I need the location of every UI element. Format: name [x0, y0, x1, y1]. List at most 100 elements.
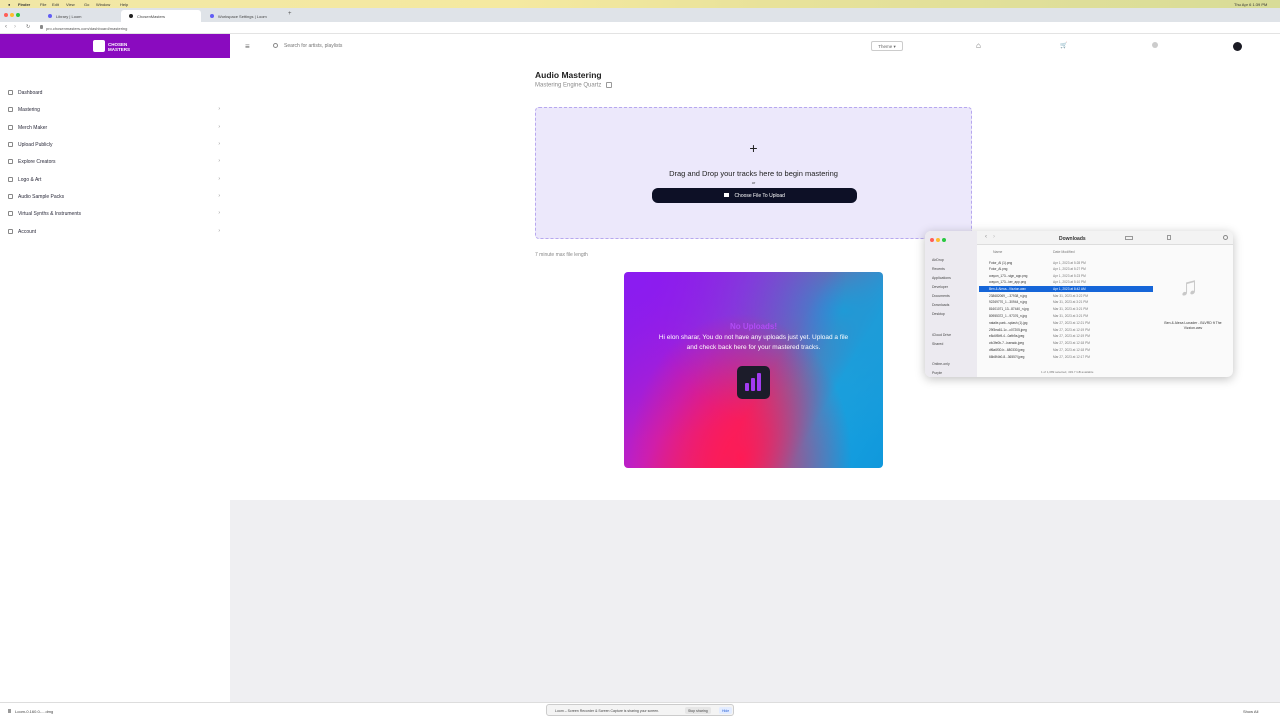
file-row[interactable]: 80955372_1...97376_n.jpg Mar 31, 2023 at …	[979, 313, 1153, 319]
menu-app-name[interactable]: Finder	[18, 2, 30, 7]
file-row[interactable]: 92269770_1...30944_n.jpg Mar 31, 2023 at …	[979, 299, 1153, 305]
sidebar-item-explore-creators[interactable]: Explore Creators ›	[0, 155, 230, 169]
sidebar-item-mastering[interactable]: Mastering ›	[0, 103, 230, 117]
account-icon	[8, 229, 13, 234]
finder-sidebar-online-only[interactable]: Online-only	[932, 362, 950, 366]
sidebar-item-virtual-synths[interactable]: Virtual Synths & Instruments ›	[0, 207, 230, 221]
sidebar-item-account[interactable]: Account ›	[0, 225, 230, 239]
menu-edit[interactable]: Edit	[52, 2, 59, 7]
tab-library-loom[interactable]: Library | Loom	[40, 10, 120, 22]
back-icon[interactable]: ‹	[5, 24, 7, 30]
download-item[interactable]: Loom-0.160.0-....dmg	[15, 709, 53, 714]
file-name: df6a6f30-b...680330.jpeg	[989, 348, 1025, 352]
menubar-clock[interactable]: Thu Apr 6 1:39 PM	[1234, 2, 1267, 7]
browser-tabstrip: Library | Loom ChosenMasters Workspace S…	[0, 8, 1280, 22]
finder-sidebar-shared[interactable]: Shared	[932, 342, 943, 346]
chevron-right-icon: ›	[218, 124, 220, 130]
chevron-right-icon: ›	[218, 176, 220, 182]
window-zoom-icon[interactable]	[16, 13, 20, 17]
finder-toolbar: ‹ › Downloads	[977, 231, 1233, 245]
menu-help[interactable]: Help	[120, 2, 128, 7]
finder-search-icon[interactable]	[1223, 235, 1228, 240]
finder-zoom-icon[interactable]	[942, 238, 946, 242]
file-row[interactable]: 81601071_13...87440_n.jpg Mar 31, 2023 at…	[979, 306, 1153, 312]
cart-icon[interactable]: 🛒	[1060, 42, 1067, 49]
file-date: Mar 27, 2023 at 12:19 PM	[1053, 334, 1090, 338]
sidebar-item-logo-art[interactable]: Logo & Art ›	[0, 173, 230, 187]
file-date: Mar 27, 2023 at 12:17 PM	[1053, 355, 1090, 359]
hide-button[interactable]: Hide	[719, 707, 733, 714]
finder-column-date[interactable]: Date Modified	[1053, 250, 1075, 254]
menu-file[interactable]: File	[40, 2, 46, 7]
finder-close-icon[interactable]	[930, 238, 934, 242]
file-row[interactable]: natalie-park...splash (1).jpg Mar 27, 202…	[979, 320, 1153, 326]
finder-sidebar-airdrop[interactable]: AirDrop	[932, 258, 944, 262]
chosenmasters-logo-icon[interactable]	[93, 40, 105, 52]
search-input[interactable]	[284, 41, 444, 51]
finder-sidebar-applications[interactable]: Applications	[932, 276, 951, 280]
finder-minimize-icon[interactable]	[936, 238, 940, 242]
theme-dropdown[interactable]: Theme ▾	[871, 41, 903, 51]
user-avatar-icon[interactable]	[1233, 42, 1242, 51]
url-field[interactable]: pro.chosenmasters.com/dashboard/masterin…	[46, 26, 127, 31]
tab-workspace-settings[interactable]: Workspace Settings | Loom	[202, 10, 282, 22]
finder-column-name[interactable]: Name	[993, 250, 1002, 254]
tab-chosenmasters[interactable]: ChosenMasters	[121, 10, 201, 22]
chosenmasters-icon	[129, 14, 133, 18]
finder-view-options-icon[interactable]	[1125, 236, 1133, 240]
stop-sharing-button[interactable]: Stop sharing	[685, 707, 711, 714]
explore-icon	[8, 159, 13, 164]
file-row[interactable]: crayon_173...ker_app.png Apr 1, 2023 at 5…	[979, 279, 1153, 285]
brand-header: CHOSEN MASTERS	[0, 34, 230, 58]
sidebar-item-upload-publicly[interactable]: Upload Publicly ›	[0, 138, 230, 152]
chevron-right-icon: ›	[218, 106, 220, 112]
finder-share-icon[interactable]	[1167, 235, 1171, 240]
menu-window[interactable]: Window	[96, 2, 110, 7]
file-name: e8c6f5b9-4...0afb9a.jpeg	[989, 334, 1025, 338]
window-close-icon[interactable]	[4, 13, 8, 17]
finder-sidebar-developer[interactable]: Developer	[932, 285, 948, 289]
menu-go[interactable]: Go	[84, 2, 89, 7]
sidebar-item-audio-sample-packs[interactable]: Audio Sample Packs ›	[0, 190, 230, 204]
finder-sidebar-desktop[interactable]: Desktop	[932, 312, 945, 316]
finder-sidebar-documents[interactable]: Documents	[932, 294, 950, 298]
new-tab-button[interactable]: +	[288, 11, 292, 17]
file-row[interactable]: cfc3fe0b-7...baeadc.jpeg Mar 27, 2023 at …	[979, 340, 1153, 346]
file-row[interactable]: Fotor_AI.png Apr 1, 2023 at 5:27 PM	[979, 266, 1153, 272]
download-file-icon	[8, 709, 11, 713]
notification-icon[interactable]	[1152, 42, 1158, 48]
hamburger-menu-icon[interactable]: ≡	[245, 42, 250, 51]
reload-icon[interactable]: ↻	[26, 24, 30, 30]
finder-forward-icon[interactable]: ›	[993, 234, 995, 240]
finder-sidebar-purple[interactable]: Purple	[932, 371, 942, 375]
file-date: Mar 27, 2023 at 12:19 PM	[1053, 328, 1090, 332]
upload-dropzone[interactable]: + Drag and Drop your tracks here to begi…	[535, 107, 972, 239]
sidebar-item-merch-maker[interactable]: Merch Maker ›	[0, 121, 230, 135]
equalizer-icon	[737, 366, 770, 399]
window-minimize-icon[interactable]	[10, 13, 14, 17]
finder-back-icon[interactable]: ‹	[985, 234, 987, 240]
finder-window[interactable]: AirDrop Recents Applications Developer D…	[925, 231, 1233, 377]
finder-sidebar-downloads[interactable]: Downloads	[932, 303, 949, 307]
file-date: Mar 31, 2023 at 3:21 PM	[1053, 307, 1089, 311]
forward-icon[interactable]: ›	[14, 24, 16, 30]
apple-icon[interactable]: ●	[8, 2, 10, 7]
tab-label: Library | Loom	[56, 14, 82, 19]
brand-logo-text[interactable]: CHOSEN MASTERS	[108, 42, 130, 52]
lock-icon	[40, 25, 43, 29]
finder-sidebar-icloud[interactable]: iCloud Drive	[932, 333, 951, 337]
choose-file-button[interactable]: Choose File To Upload	[652, 188, 857, 203]
file-row[interactable]: df6a6f30-b...680330.jpeg Mar 27, 2023 at …	[979, 347, 1153, 353]
menu-view[interactable]: View	[66, 2, 75, 7]
synth-icon	[8, 211, 13, 216]
sidebar-item-label: Mastering	[18, 107, 40, 113]
engine-label: Mastering Engine Quartz	[535, 82, 602, 89]
show-all-downloads[interactable]: Show All	[1243, 709, 1258, 714]
file-row-selected[interactable]: Ben & Alexa...Vizzion.wav Apr 1, 2023 at …	[979, 286, 1153, 292]
file-row[interactable]: e8c6f5b9-4...0afb9a.jpeg Mar 27, 2023 at …	[979, 333, 1153, 339]
engine-info-icon[interactable]	[606, 82, 613, 88]
finder-sidebar-recents[interactable]: Recents	[932, 267, 945, 271]
file-row[interactable]: 66b8f4b0-8...36557f.jpeg Mar 27, 2023 at …	[979, 354, 1153, 360]
home-icon[interactable]: ⌂	[976, 41, 981, 50]
sidebar-item-dashboard[interactable]: Dashboard	[0, 86, 230, 100]
